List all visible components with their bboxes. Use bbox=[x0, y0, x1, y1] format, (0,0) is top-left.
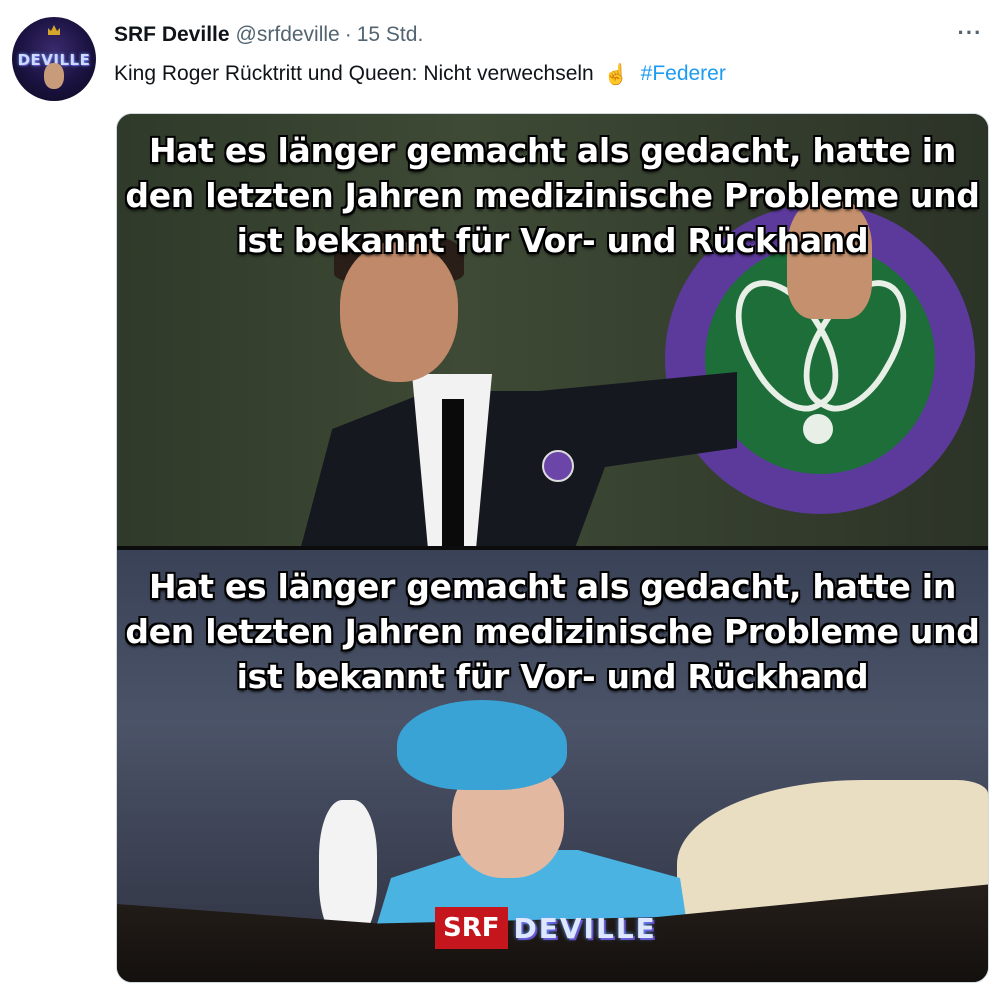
meme-caption-top: Hat es länger gemacht als gedacht, hatte… bbox=[125, 131, 980, 260]
meme-panel-top: Hat es länger gemacht als gedacht, hatte… bbox=[117, 114, 988, 546]
tweet-header: SRF Deville @srfdeville · 15 Std. bbox=[114, 20, 423, 50]
author-handle[interactable]: @srfdeville bbox=[236, 23, 340, 47]
lapel-pin bbox=[542, 450, 574, 482]
more-horizontal-icon: ··· bbox=[957, 20, 983, 45]
tweet-body: King Roger Rücktritt und Queen: Nicht ve… bbox=[114, 62, 594, 85]
tweet-media-image[interactable]: Hat es länger gemacht als gedacht, hatte… bbox=[116, 113, 989, 983]
waving-glove bbox=[319, 800, 377, 940]
deville-logo: DEVILLE bbox=[513, 911, 657, 945]
avatar[interactable]: DEVILLE bbox=[12, 17, 96, 101]
timestamp[interactable]: 15 Std. bbox=[357, 23, 424, 47]
meme-caption-bottom: Hat es länger gemacht als gedacht, hatte… bbox=[125, 567, 980, 696]
crown-icon bbox=[48, 25, 60, 35]
pointing-up-icon: ☝ bbox=[603, 63, 629, 86]
photo-tennis-player bbox=[292, 199, 872, 546]
more-options-button[interactable]: ··· bbox=[952, 18, 988, 48]
tweet-text: King Roger Rücktritt und Queen: Nicht ve… bbox=[114, 58, 726, 90]
avatar-face bbox=[44, 63, 64, 89]
tennis-ball-icon bbox=[803, 414, 833, 444]
hat bbox=[397, 700, 567, 790]
separator-dot: · bbox=[344, 23, 352, 46]
author-name[interactable]: SRF Deville bbox=[114, 23, 230, 47]
srf-deville-watermark: SRF DEVILLE bbox=[435, 906, 657, 950]
hashtag-link[interactable]: #Federer bbox=[641, 62, 726, 86]
srf-logo: SRF bbox=[435, 907, 508, 949]
